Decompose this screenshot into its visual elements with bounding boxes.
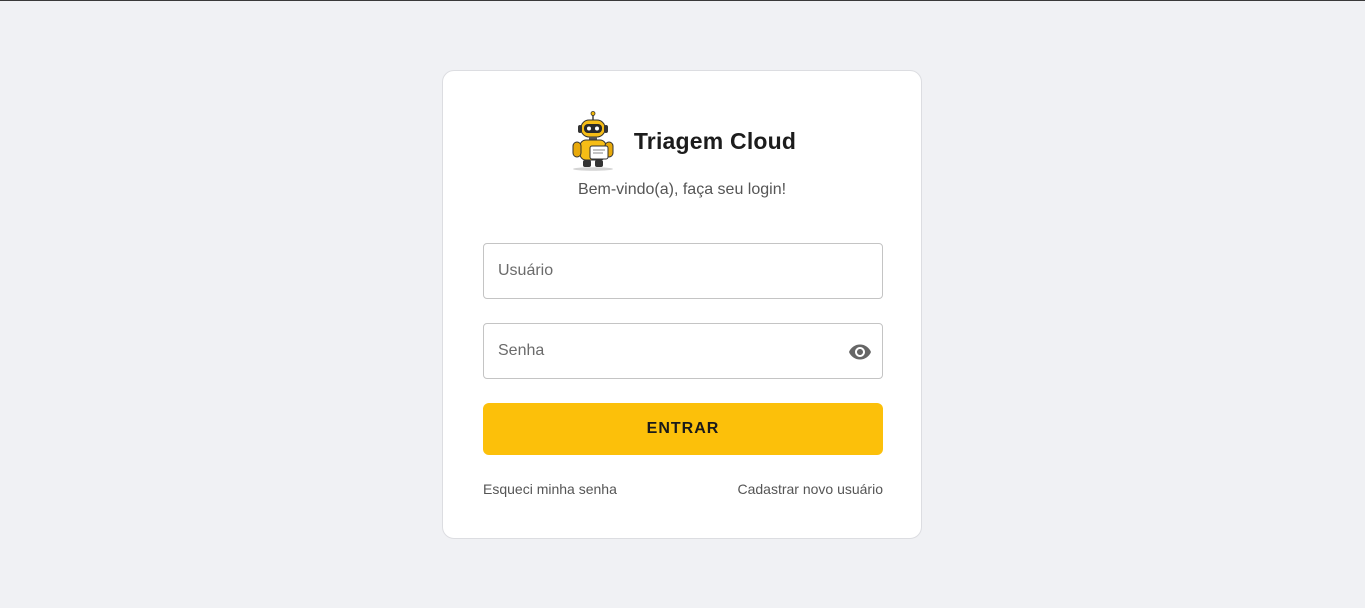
login-card: Triagem Cloud Bem-vindo(a), faça seu log…: [442, 70, 922, 539]
robot-mascot-icon: [572, 111, 614, 171]
password-field-wrapper: [483, 323, 883, 379]
username-field-wrapper: [483, 243, 883, 299]
app-title: Triagem Cloud: [633, 127, 797, 154]
password-input[interactable]: [484, 324, 882, 378]
username-input[interactable]: [484, 244, 882, 298]
auth-links: Esqueci minha senha Cadastrar novo usuár…: [483, 481, 883, 497]
register-link[interactable]: Cadastrar novo usuário: [737, 481, 883, 497]
forgot-password-link[interactable]: Esqueci minha senha: [483, 481, 617, 497]
welcome-subtitle: Bem-vindo(a), faça seu login!: [577, 181, 787, 198]
brand-header: Triagem Cloud: [443, 111, 921, 171]
login-button[interactable]: ENTRAR: [483, 403, 883, 455]
eye-icon[interactable]: [847, 339, 873, 365]
